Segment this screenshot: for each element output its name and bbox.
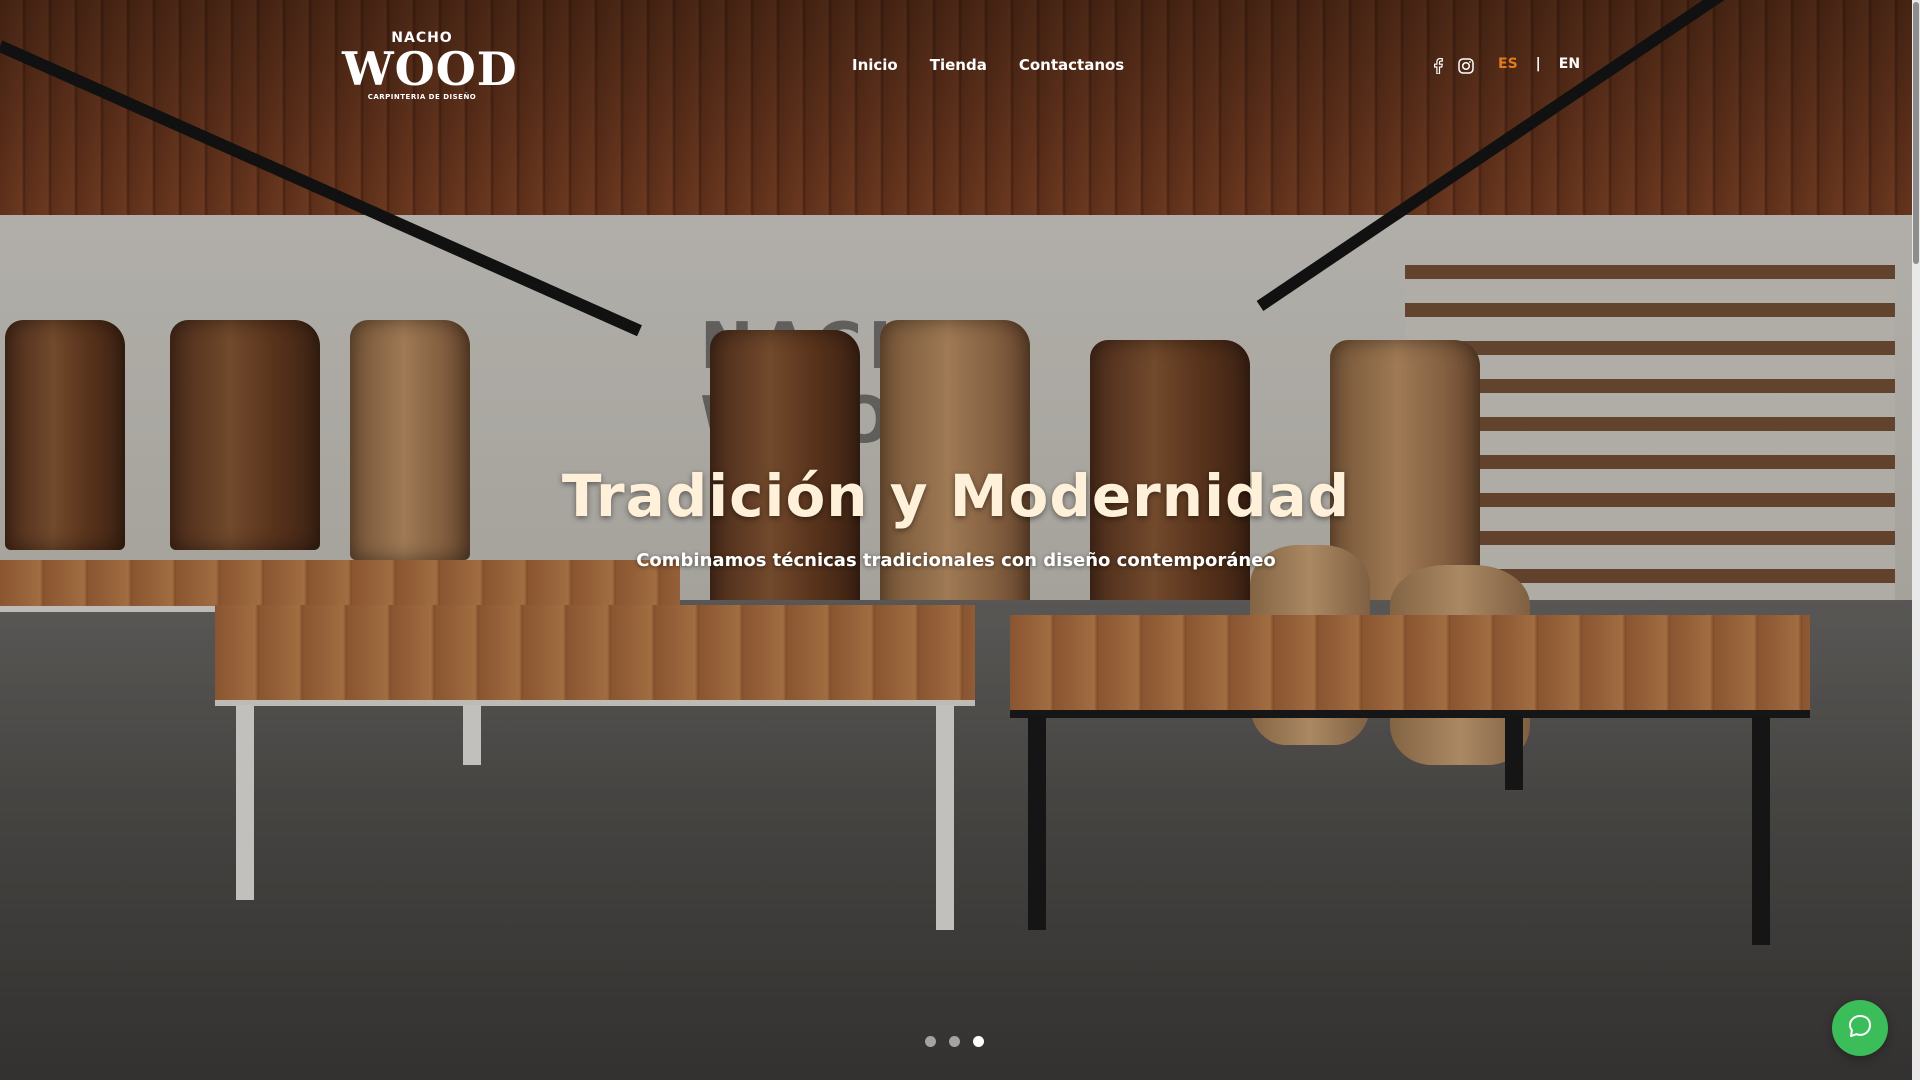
carousel-dot-3[interactable] <box>973 1036 984 1047</box>
instagram-icon[interactable] <box>1458 58 1474 74</box>
page-scrollbar[interactable] <box>1912 0 1920 1080</box>
scrollbar-thumb[interactable] <box>1913 2 1919 264</box>
lang-es[interactable]: ES <box>1498 56 1518 72</box>
nav-item-tienda[interactable]: Tienda <box>930 56 987 74</box>
site-logo[interactable]: NACHO WOOD CARPINTERIA DE DISEÑO <box>342 30 518 106</box>
main-nav: Inicio Tienda Contactanos <box>852 56 1124 74</box>
carousel-dot-1[interactable] <box>925 1036 936 1047</box>
chat-button[interactable] <box>1832 1000 1888 1056</box>
hero-subheadline: Combinamos técnicas tradicionales con di… <box>636 550 1276 571</box>
carousel-dot-2[interactable] <box>949 1036 960 1047</box>
hero-section: NACHO WOOD NACHO WOOD CARPINTERIA DE DIS… <box>0 0 1912 1080</box>
nav-item-inicio[interactable]: Inicio <box>852 56 898 74</box>
hero-headline: Tradición y Modernidad <box>561 462 1351 530</box>
image-overlay <box>0 0 1912 1080</box>
nav-item-contactanos[interactable]: Contactanos <box>1019 56 1124 74</box>
language-switcher: ES | EN <box>1498 56 1580 72</box>
social-links <box>1432 58 1474 74</box>
hero-background-image: NACHO WOOD <box>0 0 1912 1080</box>
lang-en[interactable]: EN <box>1559 56 1580 72</box>
facebook-icon[interactable] <box>1432 58 1444 74</box>
chat-bubble-icon <box>1847 1013 1873 1043</box>
lang-separator: | <box>1535 56 1541 72</box>
logo-main-text: WOOD <box>342 42 518 96</box>
carousel-indicators <box>925 1036 984 1047</box>
